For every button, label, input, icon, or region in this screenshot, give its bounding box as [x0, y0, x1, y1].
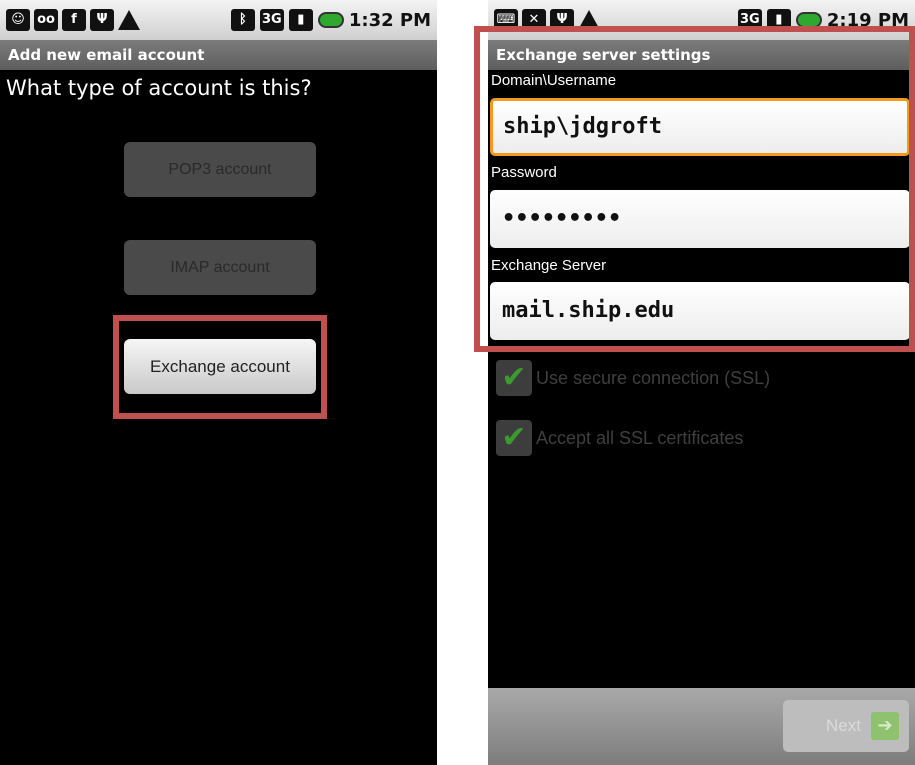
settings-highlight-box [474, 26, 915, 352]
next-button[interactable]: Next ➔ [783, 700, 909, 752]
accept-certs-checkbox-row[interactable]: ✔ Accept all SSL certificates [496, 420, 743, 456]
system-icons: ᛒ 3G ▮ 1:32 PM [230, 9, 431, 31]
status-bar: ☺ oo f Ψ ᛒ 3G ▮ 1:32 PM [0, 0, 437, 40]
chat-icon: ☺ [6, 9, 30, 31]
warning-icon [118, 10, 140, 30]
ssl-checkbox-label: Use secure connection (SSL) [536, 367, 771, 388]
battery-icon [317, 12, 344, 28]
arrow-right-icon: ➔ [871, 712, 899, 740]
ssl-checkbox-row[interactable]: ✔ Use secure connection (SSL) [496, 360, 770, 396]
usb-icon: Ψ [90, 9, 114, 31]
checkmark-icon[interactable]: ✔ [496, 360, 532, 396]
pop3-account-button[interactable]: POP3 account [124, 142, 316, 197]
checkmark-icon[interactable]: ✔ [496, 420, 532, 456]
facebook-icon: f [62, 9, 86, 31]
imap-account-button[interactable]: IMAP account [124, 240, 316, 295]
bluetooth-icon: ᛒ [230, 9, 255, 31]
status-time: 1:32 PM [348, 9, 431, 31]
left-phone-screen: ☺ oo f Ψ ᛒ 3G ▮ 1:32 PM Add new email ac… [0, 0, 437, 765]
exchange-highlight-box [113, 315, 327, 419]
screen-title: Add new email account [0, 40, 437, 70]
bottom-button-bar: Next ➔ [488, 688, 915, 765]
notification-icons: ☺ oo f Ψ [6, 9, 140, 31]
accept-certs-checkbox-label: Accept all SSL certificates [536, 427, 744, 448]
network-3g-icon: 3G [259, 9, 284, 31]
account-type-question: What type of account is this? [6, 76, 312, 100]
signal-icon: ▮ [288, 9, 313, 31]
next-button-label: Next [826, 716, 861, 735]
voicemail-icon: oo [34, 9, 58, 31]
